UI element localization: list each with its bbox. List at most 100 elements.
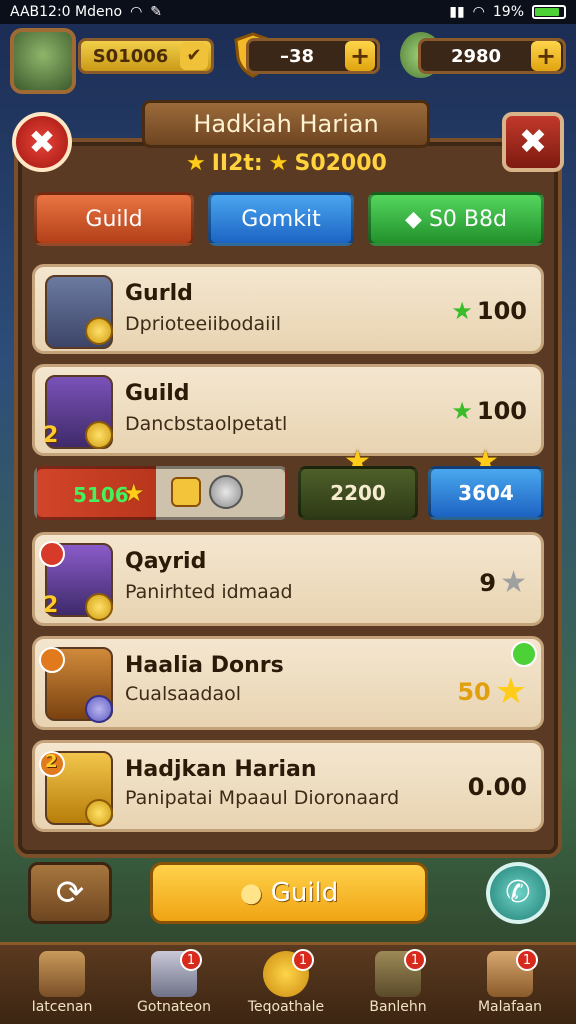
status-bar: AAB12:0 Mdeno ◠ ✎ ▮▮ ◠ 19% [0,0,576,24]
wifi-icon: ◠ [130,4,143,20]
nav-label: Malafaan [477,999,543,1015]
medal-icon [171,477,201,507]
shield-value: –38 [279,45,315,67]
silver-star-icon: ★ [500,565,527,600]
house-icon [39,951,85,997]
quest-desc: Panipatai Mpaaul Dioronaard [125,787,400,809]
clock-icon [85,695,113,723]
star-icon: ★ [123,479,145,507]
progress-bar: 5106 ★ [34,466,288,520]
guild-button-label: Guild [270,878,339,908]
quest-card[interactable]: 2 Qayrid Panirhted idmaad 9 ★ [32,532,544,626]
back-icon[interactable]: ✖ [12,112,72,172]
shield-counter: –38 + [246,38,380,74]
guild-button[interactable]: ● Guild [150,862,428,924]
add-shield-button[interactable]: + [345,41,375,71]
progress-value: 5106 [73,483,129,507]
check-icon[interactable]: ✔ [180,42,208,70]
panel-title: Hadkiah Harian [142,100,430,148]
gold-counter: S01006 ✔ [78,38,214,74]
reward-value: 100 [476,397,527,425]
green-star-icon: ★ [451,397,473,425]
nav-item-shop[interactable]: 1 Malafaan [460,945,560,1024]
quest-card[interactable]: 2 Hadjkan Harian Panipatai Mpaaul Dioron… [32,740,544,832]
nav-label: Iatcenan [31,999,93,1015]
battery-percent: 19% [492,4,524,20]
nav-item-quests[interactable]: 1 Teqoathale [236,945,336,1024]
notification-badge: 1 [516,949,538,971]
quest-card[interactable]: Gurld Dprioteeiibodaiil ★ 100 [32,264,544,354]
nav-item-map[interactable]: 1 Banlehn [348,945,448,1024]
nav-item-home[interactable]: Iatcenan [12,945,112,1024]
notification-badge: 1 [404,949,426,971]
quest-desc: Cualsaadaol [125,683,242,705]
bottom-nav: Iatcenan 1 Gotnateon 1 Teqoathale 1 Banl… [0,942,576,1024]
nav-label: Banlehn [369,999,427,1015]
alert-badge [39,541,65,567]
quest-card[interactable]: 2 Guild Dancbstaolpetatl ★ 100 [32,364,544,456]
gold-value: S01006 [92,45,169,67]
quest-reward: 0.00 [468,773,527,801]
add-gems-button[interactable]: + [531,41,561,71]
nav-label: Teqoathale [247,999,325,1015]
quest-desc: Dprioteeiibodaiil [125,313,282,335]
quest-title: Qayrid [125,549,207,574]
score-value: S02000 [294,150,387,176]
tab-guild[interactable]: Guild [34,192,194,246]
green-reward-box[interactable]: 2200 [298,466,418,520]
alert-badge [39,647,65,673]
badge-number: 2 [45,751,58,772]
gem-counter: 2980 + [418,38,566,74]
coin-icon [85,317,113,345]
quest-desc: Panirhted idmaad [125,581,293,603]
score-prefix: II2t: [211,150,263,176]
star-icon: ★ [186,150,206,176]
tab-green-label: S0 B8d [428,207,507,232]
quest-title: Gurld [125,281,193,306]
coin-icon [85,799,113,827]
silver-coin-icon [209,475,243,509]
gem-value: 2980 [450,45,502,67]
tab-green[interactable]: ◆ S0 B8d [368,192,544,246]
status-time: AAB12:0 Mdeno [10,4,123,20]
nav-label: Gotnateon [137,999,211,1015]
quest-title: Hadjkan Harian [125,757,317,782]
coin-icon [85,593,113,621]
reward-value: 0.00 [467,773,527,801]
refresh-icon: ⟳ [55,873,85,913]
notification-badge: 1 [180,949,202,971]
nav-item-equipment[interactable]: 1 Gotnateon [124,945,224,1024]
quest-desc: Dancbstaolpetatl [125,413,288,435]
reward-value: 9 [479,568,497,597]
quest-reward: 50 ★ [457,671,527,712]
battery-icon [532,5,566,19]
quest-card[interactable]: Haalia Donrs Cualsaadaol 50 ★ [32,636,544,730]
badge-number: 2 [43,593,59,618]
quest-title: Guild [125,381,190,406]
chat-button[interactable]: ✆ [486,862,550,924]
quest-title: Haalia Donrs [125,653,284,678]
blue-reward-box[interactable]: 3604 [428,466,544,520]
notification-icon: ✎ [150,4,163,20]
green-star-icon: ★ [451,297,473,325]
phone-icon: ✆ [505,875,531,910]
quest-reward: 9 ★ [479,565,527,600]
reward-value: 100 [476,297,527,325]
gem-icon: ◆ [405,207,422,232]
tab-gomkit[interactable]: Gomkit [208,192,354,246]
notification-badge: 1 [292,949,314,971]
player-avatar[interactable] [10,28,76,94]
quest-reward: ★ 100 [451,297,527,325]
quest-reward: ★ 100 [451,397,527,425]
score-line: ★ II2t: ★ S02000 [186,148,396,178]
coin-icon: ● [239,878,263,908]
resource-bar: S01006 ✔ –38 + 2980 + [0,24,576,94]
complete-badge [511,641,537,667]
refresh-button[interactable]: ⟳ [28,862,112,924]
wifi-right-icon: ◠ [472,4,485,20]
star-icon: ★ [268,150,289,176]
close-button[interactable]: ✖ [502,112,564,172]
badge-number: 2 [43,423,59,448]
signal-icon: ▮▮ [449,4,465,20]
gold-star-icon: ★ [494,671,527,712]
